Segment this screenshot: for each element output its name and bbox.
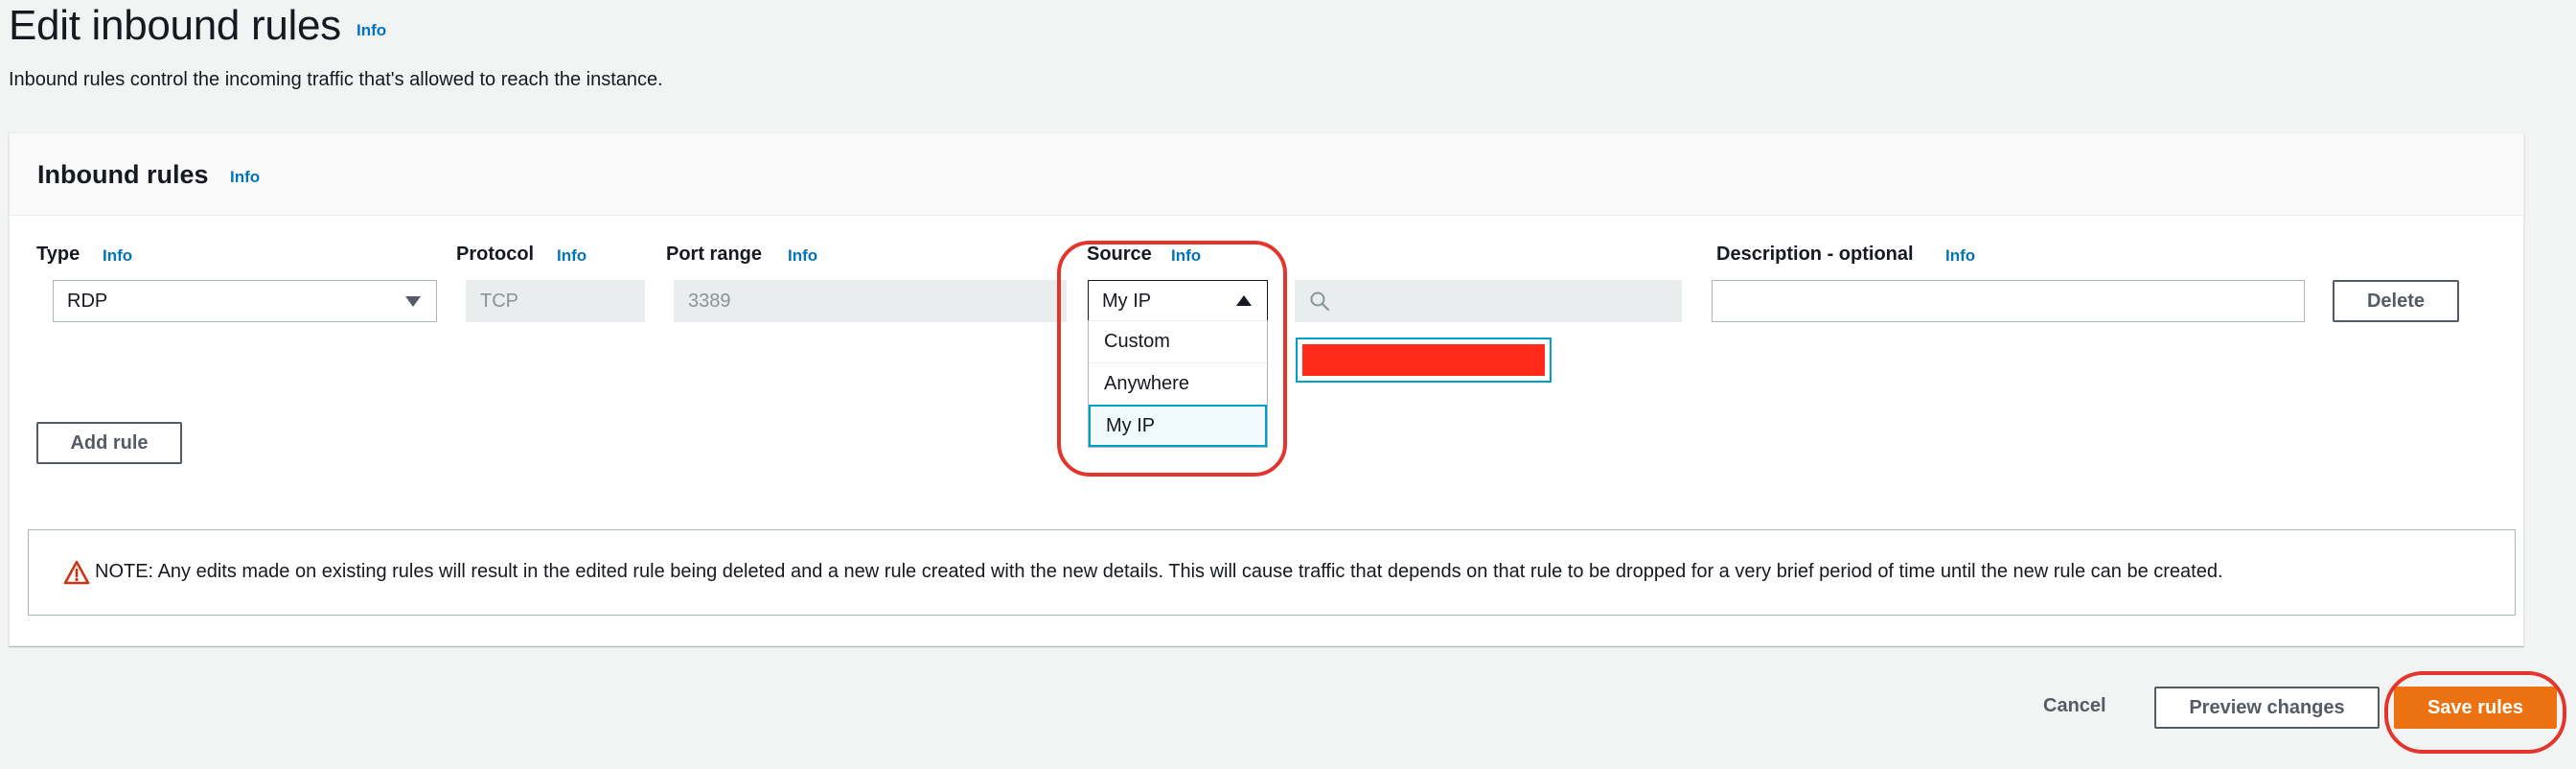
description-input[interactable]: [1712, 280, 2305, 322]
page-description: Inbound rules control the incoming traff…: [9, 69, 663, 90]
type-select[interactable]: RDP: [53, 280, 437, 322]
cancel-link[interactable]: Cancel: [2043, 695, 2106, 717]
warning-note-text: NOTE: Any edits made on existing rules w…: [95, 561, 2223, 582]
page-title-info-link[interactable]: Info: [356, 21, 386, 40]
source-highlight-annotation: [1057, 241, 1287, 477]
delete-rule-button[interactable]: Delete: [2333, 280, 2459, 322]
save-highlight-annotation: [2384, 671, 2566, 754]
chevron-down-icon: [405, 296, 421, 307]
protocol-field: TCP: [466, 280, 645, 322]
port-range-info-link[interactable]: Info: [788, 246, 817, 266]
port-range-value: 3389: [688, 290, 731, 312]
protocol-column-label: Protocol: [456, 244, 535, 265]
type-column-label: Type: [36, 244, 80, 265]
port-range-column-label: Port range: [666, 244, 763, 265]
panel-title: Inbound rules: [37, 160, 209, 189]
source-cidr-token: [1296, 338, 1552, 383]
panel-header: Inbound rules Info: [10, 133, 2523, 216]
page-title: Edit inbound rules: [9, 2, 341, 49]
port-range-field: 3389: [674, 280, 1067, 322]
description-info-link[interactable]: Info: [1945, 246, 1975, 266]
panel-title-info-link[interactable]: Info: [230, 168, 260, 187]
warning-icon: [63, 560, 90, 585]
protocol-value: TCP: [480, 290, 518, 312]
type-select-value: RDP: [67, 290, 108, 312]
source-search-input[interactable]: [1295, 280, 1682, 322]
search-icon: [1310, 291, 1330, 312]
type-info-link[interactable]: Info: [103, 246, 132, 266]
add-rule-button[interactable]: Add rule: [36, 422, 182, 464]
protocol-info-link[interactable]: Info: [557, 246, 586, 266]
redacted-ip-block: [1302, 344, 1545, 376]
description-column-label: Description - optional: [1716, 244, 1914, 265]
preview-changes-button[interactable]: Preview changes: [2154, 687, 2380, 729]
